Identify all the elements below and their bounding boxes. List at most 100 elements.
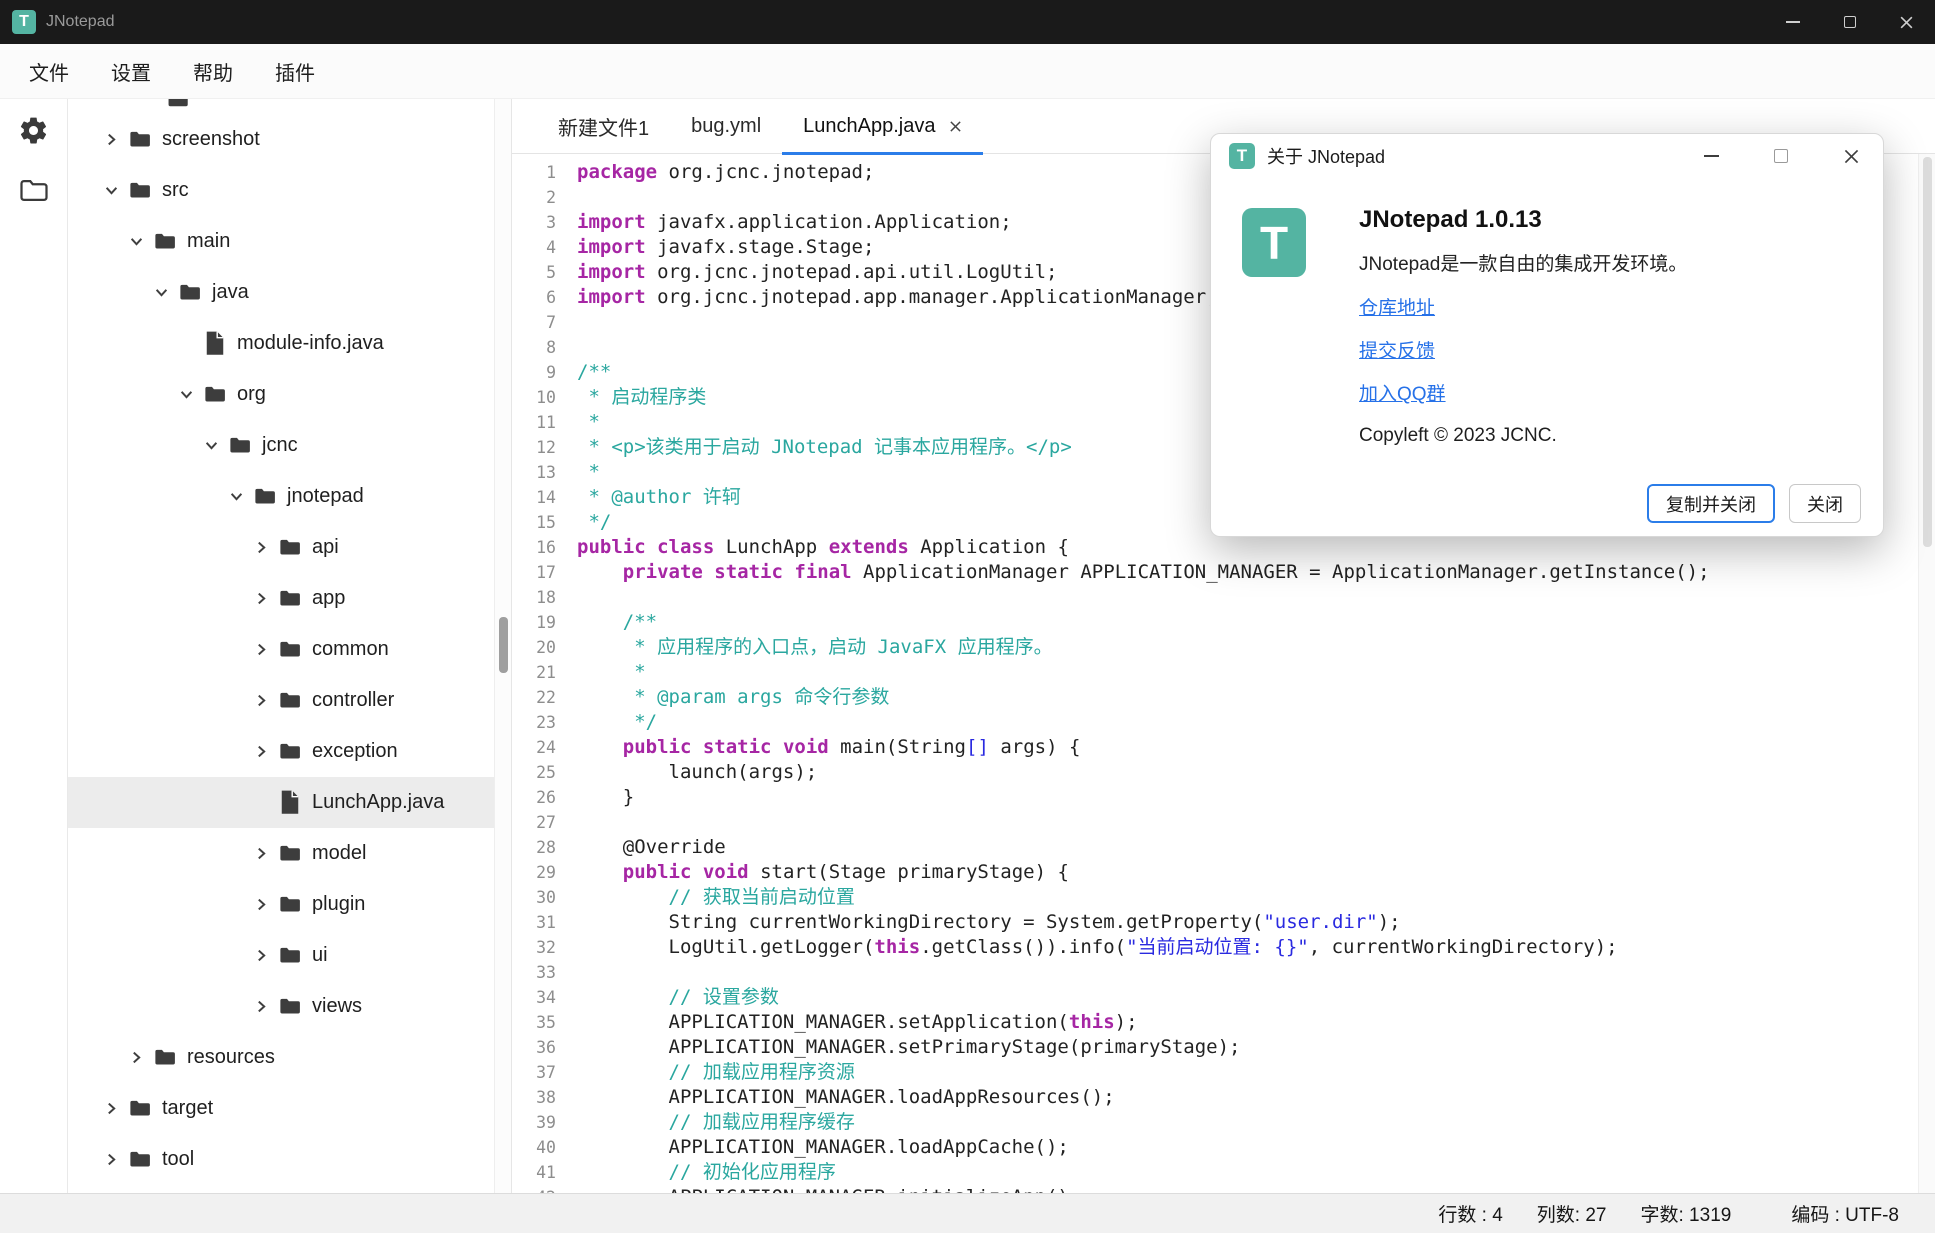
chevron-down-icon[interactable] (155, 286, 179, 299)
chevron-right-icon[interactable] (105, 133, 129, 146)
line-number: 32 (512, 935, 556, 960)
tree-item-ui[interactable]: ui (68, 930, 494, 981)
menu-item-settings[interactable]: 设置 (90, 57, 172, 86)
tree-item-label: common (312, 638, 389, 661)
tree-item-exception[interactable]: exception (68, 726, 494, 777)
tree-item-resources[interactable]: resources (68, 1032, 494, 1083)
line-number: 15 (512, 510, 556, 535)
tree-item-tool[interactable]: tool (68, 1134, 494, 1185)
line-number: 33 (512, 960, 556, 985)
chevron-down-icon[interactable] (205, 439, 229, 452)
tree-item-label: exception (312, 740, 398, 763)
chevron-right-icon[interactable] (255, 898, 279, 911)
window-controls (1764, 0, 1935, 44)
file-tree: screenshotsrcmain java module-info.javaorg… (68, 99, 494, 1193)
tree-scrollbar-thumb[interactable] (499, 617, 508, 673)
tree-item-org[interactable]: org (68, 369, 494, 420)
editor-scrollbar-thumb[interactable] (1923, 157, 1932, 547)
folder-icon (279, 589, 305, 607)
dialog-minimize-button[interactable] (1697, 142, 1725, 170)
close-dialog-button[interactable]: 关闭 (1789, 484, 1861, 523)
jnotepad-logo-letter: T (1260, 216, 1288, 270)
qq-group-link[interactable]: 加入QQ群 (1359, 379, 1446, 406)
code-line: 23 */ (512, 710, 1918, 735)
tree-item-common[interactable]: common (68, 624, 494, 675)
chevron-right-icon[interactable] (255, 694, 279, 707)
line-number: 39 (512, 1110, 556, 1135)
tree-item-app[interactable]: app (68, 573, 494, 624)
tree-item-label: jcnc (262, 434, 298, 457)
tab-lunchapp-java[interactable]: LunchApp.java (782, 99, 983, 154)
close-icon (1899, 15, 1914, 30)
minimize-button[interactable] (1764, 0, 1821, 44)
chevron-right-icon[interactable] (255, 949, 279, 962)
status-column-count: 列数: 27 (1537, 1200, 1607, 1227)
chevron-right-icon[interactable] (255, 1000, 279, 1013)
close-button[interactable] (1878, 0, 1935, 44)
menu-item-file[interactable]: 文件 (8, 57, 90, 86)
dialog-maximize-button[interactable] (1767, 142, 1795, 170)
chevron-right-icon[interactable] (255, 592, 279, 605)
repo-address-link[interactable]: 仓库地址 (1359, 293, 1435, 320)
chevron-right-icon[interactable] (255, 541, 279, 554)
tree-item-label: java (212, 281, 249, 304)
tree-item-screenshot[interactable]: screenshot (68, 114, 494, 165)
tree-item-main[interactable]: main (68, 216, 494, 267)
line-number: 16 (512, 535, 556, 560)
tree-item-plugin[interactable]: plugin (68, 879, 494, 930)
chevron-down-icon[interactable] (130, 235, 154, 248)
folder-icon[interactable] (17, 173, 51, 207)
line-number: 3 (512, 210, 556, 235)
chevron-down-icon[interactable] (230, 490, 254, 503)
chevron-right-icon[interactable] (105, 1102, 129, 1115)
dialog-buttons: 复制并关闭 关闭 (1647, 484, 1861, 523)
tree-item-jnotepad[interactable]: jnotepad (68, 471, 494, 522)
code-line: 32 LogUtil.getLogger(this.getClass()).in… (512, 935, 1918, 960)
tree-item-src[interactable]: src (68, 165, 494, 216)
folder-icon (204, 385, 230, 403)
copy-and-close-button[interactable]: 复制并关闭 (1647, 484, 1775, 523)
chevron-down-icon[interactable] (180, 388, 204, 401)
folder-icon (279, 946, 305, 964)
activity-bar (0, 99, 68, 1193)
feedback-link[interactable]: 提交反馈 (1359, 336, 1435, 363)
code-line: 38 APPLICATION_MANAGER.loadAppResources(… (512, 1085, 1918, 1110)
tab-label: 新建文件1 (558, 112, 649, 141)
folder-icon (279, 538, 305, 556)
tree-item-controller[interactable]: controller (68, 675, 494, 726)
tree-item-lunchapp-java[interactable]: LunchApp.java (68, 777, 494, 828)
code-line: 27 (512, 810, 1918, 835)
tree-item-module-info-java[interactable]: module-info.java (68, 318, 494, 369)
tree-item-api[interactable]: api (68, 522, 494, 573)
menu-item-help[interactable]: 帮助 (172, 57, 254, 86)
tree-item-views[interactable]: views (68, 981, 494, 1032)
titlebar: T JNotepad (0, 0, 1935, 44)
chevron-down-icon[interactable] (105, 184, 129, 197)
tab-new-file-1[interactable]: 新建文件1 (537, 99, 670, 154)
status-char-count: 字数: 1319 (1641, 1200, 1732, 1227)
folder-icon (179, 283, 205, 301)
tree-item-model[interactable]: model (68, 828, 494, 879)
folder-icon (154, 232, 180, 250)
tree-scrollbar[interactable] (494, 99, 512, 1193)
settings-gear-icon[interactable] (17, 113, 51, 147)
dialog-close-button[interactable] (1837, 142, 1865, 170)
chevron-right-icon[interactable] (255, 847, 279, 860)
code-line: 36 APPLICATION_MANAGER.setPrimaryStage(p… (512, 1035, 1918, 1060)
dialog-titlebar: T 关于 JNotepad (1211, 134, 1883, 178)
dialog-window-controls (1697, 142, 1865, 170)
editor-scrollbar[interactable] (1918, 154, 1935, 1193)
chevron-right-icon[interactable] (255, 643, 279, 656)
menu-item-plugins[interactable]: 插件 (254, 57, 336, 86)
maximize-button[interactable] (1821, 0, 1878, 44)
chevron-right-icon[interactable] (130, 1051, 154, 1064)
tree-item-java[interactable]: java (68, 267, 494, 318)
tab-bug-yml[interactable]: bug.yml (670, 99, 782, 154)
chevron-right-icon[interactable] (105, 1153, 129, 1166)
code-line: 16public class LunchApp extends Applicat… (512, 535, 1918, 560)
copyright-text: Copyleft © 2023 JCNC. (1359, 425, 1853, 447)
tab-close-icon[interactable] (949, 120, 962, 133)
chevron-right-icon[interactable] (255, 745, 279, 758)
tree-item-jcnc[interactable]: jcnc (68, 420, 494, 471)
tree-item-target[interactable]: target (68, 1083, 494, 1134)
